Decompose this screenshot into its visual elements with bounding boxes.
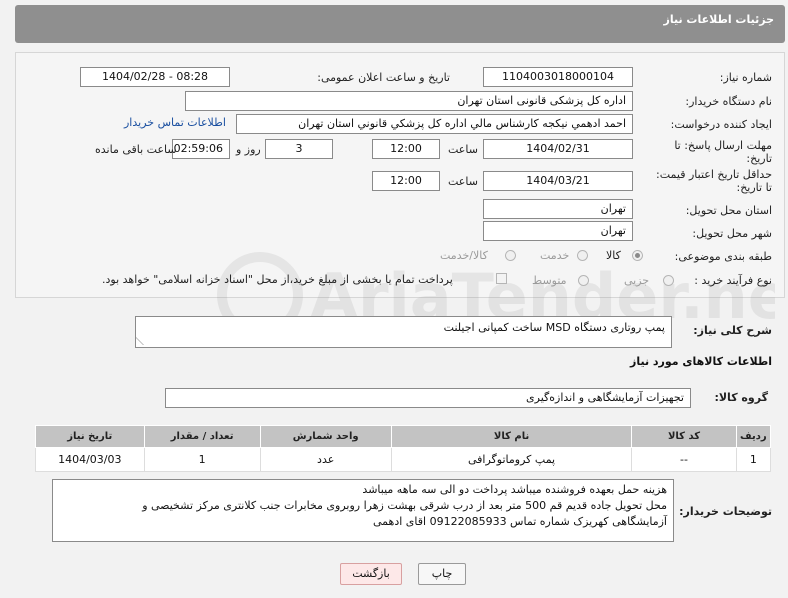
price-validity-label-2: تا تاریخ: [736,181,772,194]
reply-deadline-time-field: 12:00 [372,139,440,159]
category-radio-service[interactable] [577,250,588,261]
category-radio-goods-service[interactable] [505,250,516,261]
announce-datetime-field: 1404/02/28 - 08:28 [80,67,230,87]
delivery-city-label: شهر محل تحویل: [692,227,772,240]
days-label: روز و [236,143,261,156]
need-number-field: 1104003018000104 [483,67,633,87]
category-option-goods: کالا [606,249,621,262]
purchase-option-medium: متوسط [532,274,567,287]
price-validity-time-field: 12:00 [372,171,440,191]
goods-info-title: اطلاعات کالاهای مورد نیاز [630,355,772,368]
price-validity-time-label: ساعت [448,175,478,188]
cell-qty: 1 [143,447,261,472]
buyer-contact-link[interactable]: اطلاعات تماس خریدار [124,116,226,129]
category-option-goods-service: کالا/خدمت [440,249,488,262]
category-option-service: خدمت [540,249,570,262]
summary-field[interactable]: پمپ روتاری دستگاه MSD ساخت کمپانی اجیلنت [135,316,672,348]
treasury-payment-checkbox[interactable] [496,273,507,284]
col-header-date: تاریخ نیاز [35,425,145,448]
cell-row: 1 [735,447,772,472]
need-number-label: شماره نیاز: [719,71,772,84]
col-header-qty: تعداد / مقدار [143,425,261,448]
reply-deadline-days-field: 3 [265,139,333,159]
table-header-row: ردیف کد کالا نام کالا واحد شمارش تعداد /… [35,425,772,448]
goods-group-label: گروه کالا: [714,391,768,404]
buyer-notes-label: توضیحات خریدار: [679,505,772,518]
items-table: ردیف کد کالا نام کالا واحد شمارش تعداد /… [35,425,772,472]
price-validity-date-field: 1404/03/21 [483,171,633,191]
cell-date: 1404/03/03 [35,447,145,472]
buyer-org-label: نام دستگاه خریدار: [685,95,772,108]
requester-label: ایجاد کننده درخواست: [670,118,772,131]
purchase-radio-medium[interactable] [578,275,589,286]
treasury-payment-note: پرداخت تمام یا بخشی از مبلغ خرید،از محل … [102,273,453,286]
col-header-row: ردیف [735,425,772,448]
buyer-notes-line-3: آزمایشگاهی کهریزک شماره تماس 09122085933… [373,515,667,528]
remaining-time-field: 02:59:06 [172,139,230,159]
reply-deadline-time-label: ساعت [448,143,478,156]
delivery-province-label: استان محل تحویل: [685,204,772,217]
buyer-notes-line-1: هزینه حمل بعهده فروشنده میباشد پرداخت دو… [362,483,667,496]
category-label: طبقه بندی موضوعی: [674,250,772,263]
goods-group-field: تجهیزات آزمایشگاهی و اندازه‌گیری [165,388,691,408]
requester-field: احمد ادهمي نيكجه كارشناس مالي اداره كل پ… [236,114,633,134]
summary-text: پمپ روتاری دستگاه MSD ساخت کمپانی اجیلنت [443,321,665,334]
cell-code: -- [631,447,737,472]
category-radio-goods[interactable] [632,250,643,261]
items-table-wrap: ردیف کد کالا نام کالا واحد شمارش تعداد /… [35,425,772,472]
reply-deadline-label-1: مهلت ارسال پاسخ: تا [674,139,772,152]
buyer-notes-line-2: محل تحویل جاده قدیم قم 500 متر بعد از در… [142,499,667,512]
cell-unit: عدد [259,447,392,472]
resize-grip[interactable] [136,337,151,345]
buyer-notes-field[interactable]: هزینه حمل بعهده فروشنده میباشد پرداخت دو… [52,479,674,542]
buyer-org-field: اداره کل پزشکی قانونی استان تهران [185,91,633,111]
delivery-province-field: تهران [483,199,633,219]
summary-label: شرح کلی نیاز: [693,324,772,337]
reply-deadline-label-2: تاریخ: [746,152,772,165]
purchase-option-minor: جزیی [624,274,650,287]
col-header-name: نام کالا [390,425,633,448]
back-button[interactable]: بازگشت [340,563,402,585]
table-row: 1 -- پمپ کروماتوگرافی عدد 1 1404/03/03 [35,447,772,472]
price-validity-label-1: حداقل تاریخ اعتبار قیمت: [656,168,772,181]
cell-name: پمپ کروماتوگرافی [390,447,633,472]
announce-datetime-label: تاریخ و ساعت اعلان عمومی: [317,71,450,84]
page-title: جزئیات اطلاعات نیاز [663,13,775,26]
remaining-time-label: ساعت باقی مانده [95,143,177,156]
delivery-city-field: تهران [483,221,633,241]
col-header-code: کد کالا [631,425,737,448]
purchase-radio-minor[interactable] [663,275,674,286]
col-header-unit: واحد شمارش [259,425,392,448]
print-button[interactable]: چاپ [418,563,466,585]
purchase-type-label: نوع فرآیند خرید : [694,274,772,287]
reply-deadline-date-field: 1404/02/31 [483,139,633,159]
